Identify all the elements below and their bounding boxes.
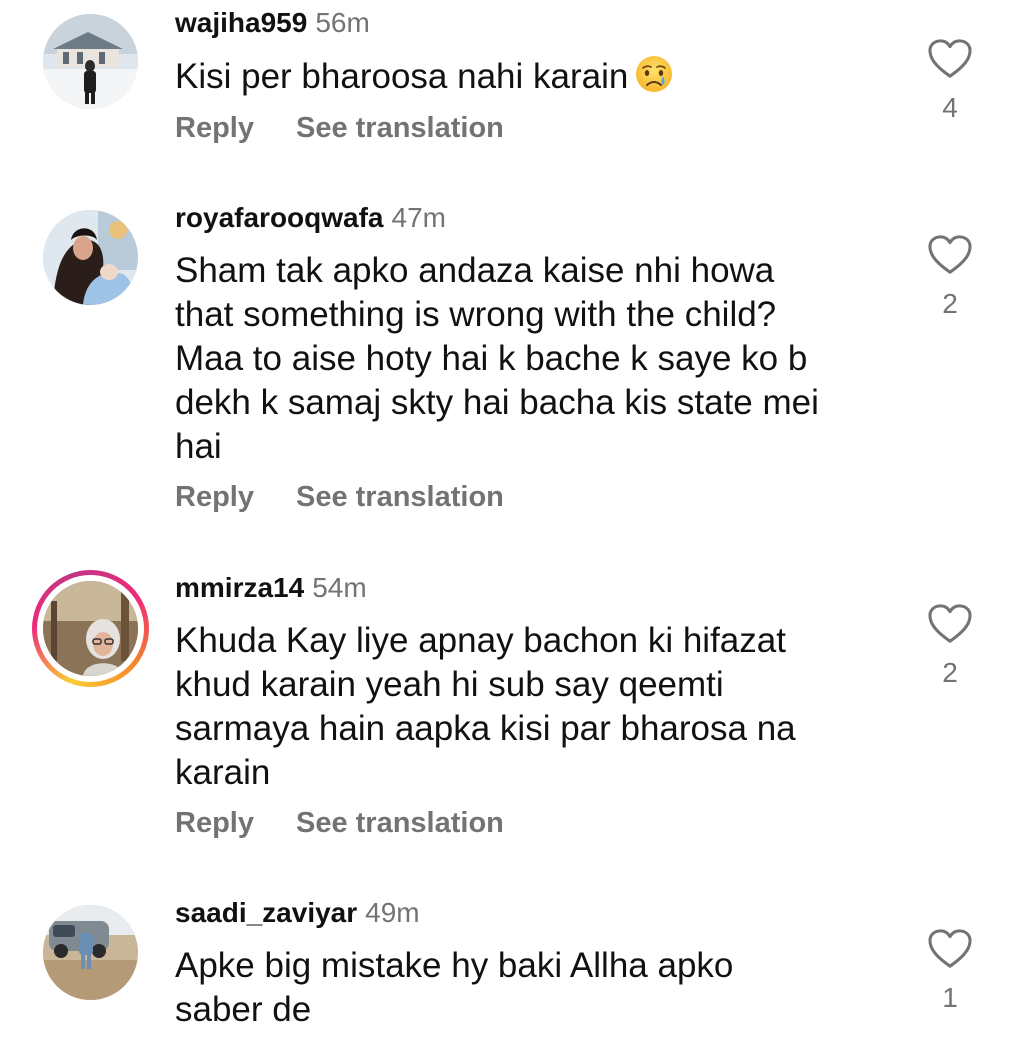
comment-text: Kisi per bharoosa nahi karain	[175, 54, 915, 99]
see-translation-button[interactable]: See translation	[296, 807, 504, 839]
heart-outline-icon[interactable]	[927, 603, 973, 645]
heart-outline-icon[interactable]	[927, 38, 973, 80]
avatar-image	[43, 210, 138, 305]
comment-line: karain	[175, 753, 271, 792]
comment-text: Khuda Kay liye apnay bachon ki hifazat k…	[175, 619, 915, 795]
reply-button[interactable]: Reply	[175, 481, 254, 513]
comment-line: that something is wrong with the child?	[175, 295, 777, 334]
avatar[interactable]	[43, 210, 138, 305]
avatar	[43, 581, 138, 676]
comment: mmirza14 54m Khuda Kay liye apnay bachon …	[0, 565, 1024, 865]
like-count: 2	[942, 288, 958, 319]
timestamp: 54m	[312, 572, 367, 603]
username[interactable]: mmirza14	[175, 572, 304, 603]
comment-line: Kisi per bharoosa nahi karain	[175, 57, 629, 96]
comment-line: Sham tak apko andaza kaise nhi howa	[175, 251, 775, 290]
comment-text: Sham tak apko andaza kaise nhi howa that…	[175, 249, 915, 469]
comment-line: sarmaya hain aapka kisi par bharosa na	[175, 709, 796, 748]
like-control: 2	[926, 603, 974, 689]
reply-button[interactable]: Reply	[175, 112, 254, 144]
username[interactable]: saadi_zaviyar	[175, 897, 357, 928]
crying-face-emoji-icon	[634, 54, 674, 94]
heart-outline-icon[interactable]	[927, 234, 973, 276]
comment-text: Apke big mistake hy baki Allha apko sabe…	[175, 944, 915, 1032]
comment-line: hai	[175, 427, 222, 466]
comment: wajiha959 56m Kisi per bharoosa nahi kara…	[0, 0, 1024, 180]
comment-line: khud karain yeah hi sub say qeemti	[175, 665, 724, 704]
comment-line: Maa to aise hoty hai k bache k saye ko b	[175, 339, 808, 378]
like-count: 1	[942, 982, 958, 1013]
see-translation-button[interactable]: See translation	[296, 481, 504, 513]
avatar[interactable]	[43, 14, 138, 109]
comment-line: saber de	[175, 990, 312, 1029]
timestamp: 47m	[391, 202, 446, 233]
comment: royafarooqwafa 47m Sham tak apko andaza k…	[0, 195, 1024, 535]
comment-line: dekh k samaj skty hai bacha kis state me…	[175, 383, 819, 422]
like-count: 4	[942, 92, 958, 123]
avatar-image	[43, 905, 138, 1000]
reply-button[interactable]: Reply	[175, 807, 254, 839]
comment-line: Khuda Kay liye apnay bachon ki hifazat	[175, 621, 786, 660]
like-control: 2	[926, 234, 974, 320]
like-control: 4	[926, 38, 974, 124]
timestamp: 56m	[315, 7, 370, 38]
avatar-image	[43, 14, 138, 109]
timestamp: 49m	[365, 897, 420, 928]
see-translation-button[interactable]: See translation	[296, 112, 504, 144]
comment: saadi_zaviyar 49m Apke big mistake hy bak…	[0, 890, 1024, 1043]
like-control: 1	[926, 928, 974, 1014]
comment-line: Apke big mistake hy baki Allha apko	[175, 946, 734, 985]
like-count: 2	[942, 657, 958, 688]
heart-outline-icon[interactable]	[927, 928, 973, 970]
avatar-image	[43, 581, 138, 676]
story-ring[interactable]	[32, 570, 149, 687]
username[interactable]: wajiha959	[175, 7, 307, 38]
avatar[interactable]	[43, 905, 138, 1000]
username[interactable]: royafarooqwafa	[175, 202, 384, 233]
